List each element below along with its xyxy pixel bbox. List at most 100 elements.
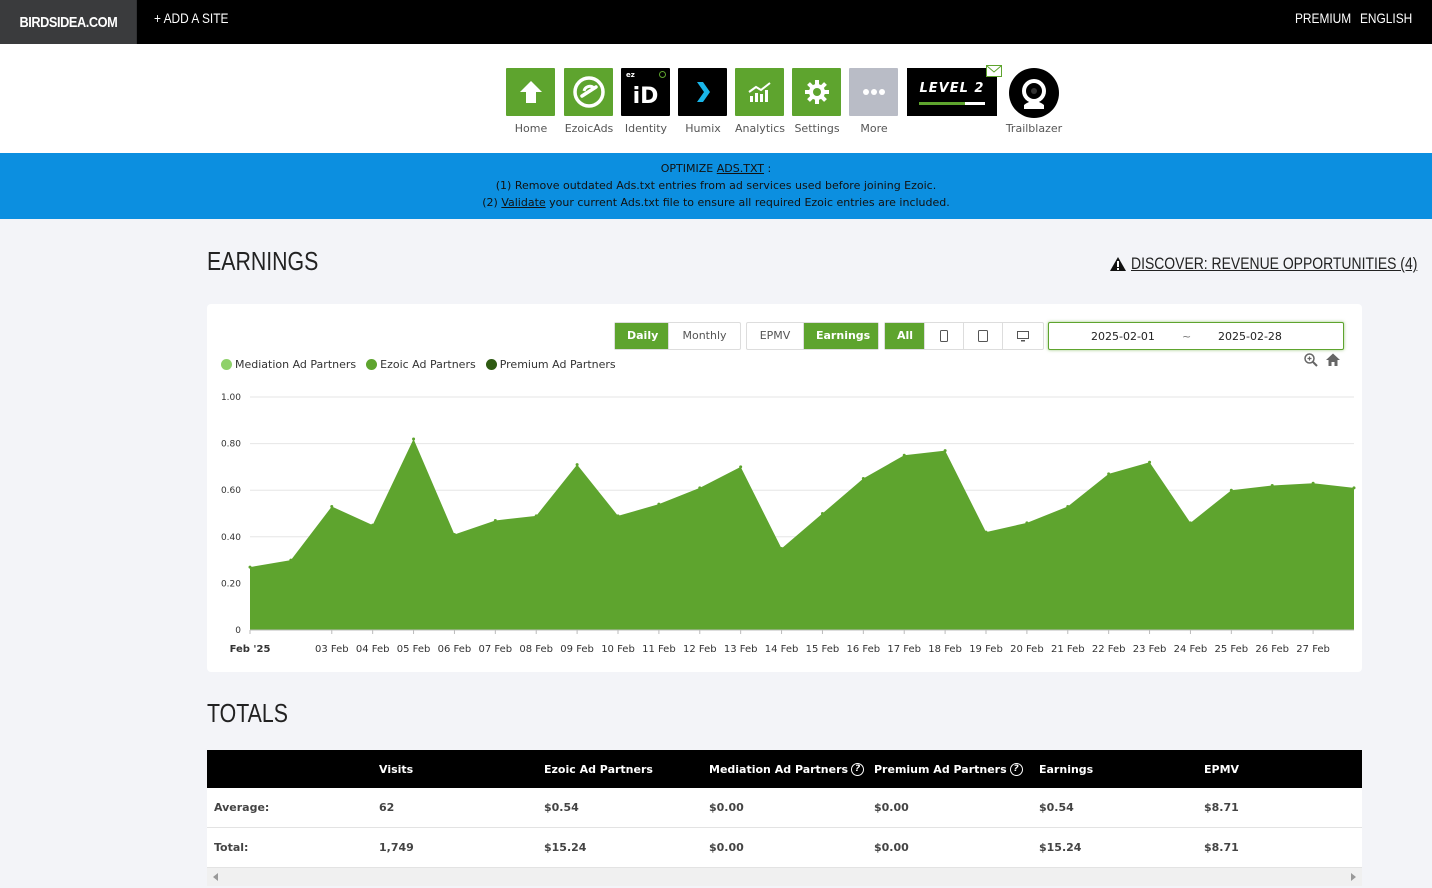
cell-visits: 62 [379,801,395,814]
banner-line3-suffix: your current Ads.txt file to ensure all … [545,196,950,209]
language-label: ENGLISH [1360,10,1413,26]
row-label: Average: [214,801,270,814]
legend-dot [485,359,497,370]
nav-trailblazer-label: Trailblazer [1005,122,1063,135]
banner-suffix: : [764,162,772,175]
scroll-left-icon[interactable] [213,873,218,881]
legend-item[interactable]: Mediation Ad Partners [221,358,356,371]
legend-label: Ezoic Ad Partners [380,358,476,371]
humix-icon [678,68,727,116]
table-header: Visits Ezoic Ad Partners Mediation Ad Pa… [207,750,1362,788]
metric-toggle: EPMV Earnings [746,322,879,350]
legend-dot [366,359,378,370]
cell-ezoic: $0.54 [544,801,579,814]
nav-more[interactable]: More [849,68,899,135]
gear-icon [792,68,841,116]
cell-premium: $0.00 [874,841,909,854]
identity-icon: ez iD [621,68,670,116]
nav-identity[interactable]: ez iD Identity [621,68,671,135]
legend-label: Mediation Ad Partners [235,358,357,371]
daily-button[interactable]: Daily [615,323,669,349]
cell-epmv: $8.71 [1204,801,1239,814]
cell-mediation: $0.00 [709,801,744,814]
horizontal-scrollbar[interactable] [207,868,1362,886]
tablet-icon [978,330,988,342]
add-site-link[interactable]: + ADD A SITE [154,0,228,36]
help-icon[interactable]: ? [851,763,865,776]
astronaut-icon [1009,68,1059,118]
language-dropdown[interactable]: ENGLISH [1360,0,1421,58]
warning-icon [1110,257,1126,271]
desktop-button[interactable] [1003,323,1043,349]
premium-link[interactable]: PREMIUM [1295,0,1351,36]
zoom-icon[interactable] [1303,352,1319,368]
ads-txt-link[interactable]: ADS.TXT [717,162,764,175]
legend-item[interactable]: Ezoic Ad Partners [366,358,476,371]
legend-label: Premium Ad Partners [499,358,616,371]
earnings-button[interactable]: Earnings [804,323,878,349]
nav-home[interactable]: Home [506,68,556,135]
level-progress-fill [919,102,966,105]
banner-line-2: (1) Remove outdated Ads.txt entries from… [495,179,937,192]
identity-text: iD [632,83,659,109]
device-all-button[interactable]: All [885,323,925,349]
totals-title: TOTALS [207,698,288,728]
nav-trailblazer[interactable]: Trailblazer [1006,68,1062,135]
monthly-button[interactable]: Monthly [669,323,740,349]
legend-item[interactable]: Premium Ad Partners [485,358,616,371]
chart-legend: Mediation Ad Partners Ezoic Ad Partners … [221,358,626,371]
cell-premium: $0.00 [874,801,909,814]
validate-link[interactable]: Validate [501,196,545,209]
table-row: Average: 62 $0.54 $0.00 $0.00 $0.54 $8.7… [207,788,1362,828]
cell-epmv: $8.71 [1204,841,1239,854]
reset-home-icon[interactable] [1325,352,1341,368]
cell-visits: 1,749 [379,841,414,854]
col-premium-ad-partners: Premium Ad Partners? [874,763,1023,776]
col-ezoic-ad-partners: Ezoic Ad Partners [544,763,653,776]
legend-dot [221,359,232,370]
cell-earnings: $15.24 [1039,841,1082,854]
period-toggle: Daily Monthly [614,322,741,350]
col-earnings: Earnings [1039,763,1094,776]
mobile-button[interactable] [925,323,964,349]
desktop-icon [1017,330,1029,341]
nav-humix[interactable]: Humix [678,68,728,135]
earnings-title: EARNINGS [207,246,319,276]
identity-badge: ez [626,71,635,79]
level-text: LEVEL 2 [919,81,985,96]
date-start: 2025-02-01 [1091,330,1155,343]
site-brand-link[interactable]: BIRDSIDEA.COM [0,0,137,44]
identity-dot-icon [659,71,666,78]
level-progress-bar [919,102,985,105]
nav-analytics[interactable]: Analytics [735,68,785,135]
mail-icon[interactable] [986,62,1002,77]
date-separator: ~ [1182,330,1192,343]
level-badge[interactable]: LEVEL 2 [907,68,997,116]
nav-settings[interactable]: Settings [792,68,842,135]
analytics-icon [735,68,784,116]
date-range-picker[interactable]: 2025-02-01 ~ 2025-02-28 [1048,322,1344,350]
scroll-right-icon[interactable] [1351,873,1356,881]
more-icon [849,68,898,116]
col-mediation-label: Mediation Ad Partners [709,763,849,776]
cell-ezoic: $15.24 [544,841,587,854]
tablet-button[interactable] [964,323,1003,349]
device-toggle: All [884,322,1044,350]
help-icon[interactable]: ? [1009,763,1023,776]
col-premium-label: Premium Ad Partners [874,763,1007,776]
discover-text: DISCOVER: REVENUE OPPORTUNITIES (4) [1131,254,1418,273]
mobile-icon [940,330,948,342]
cell-mediation: $0.00 [709,841,744,854]
epmv-button[interactable]: EPMV [747,323,804,349]
col-mediation-ad-partners: Mediation Ad Partners? [709,763,865,776]
col-visits: Visits [379,763,414,776]
row-label: Total: [214,841,249,854]
banner-line3-prefix: (2) [482,196,502,209]
ezoic-ads-icon [564,68,613,116]
nav-ezoicads[interactable]: EzoicAds [564,68,614,135]
banner-line-1: OPTIMIZE ADS.TXT : [0,160,1432,177]
banner-line-3: (2) Validate your current Ads.txt file t… [0,194,1432,211]
banner-prefix: OPTIMIZE [660,162,717,175]
discover-revenue-link[interactable]: DISCOVER: REVENUE OPPORTUNITIES (4) [1109,254,1432,274]
app-nav: Home EzoicAds ez iD Identity Humix Analy… [0,44,1432,153]
